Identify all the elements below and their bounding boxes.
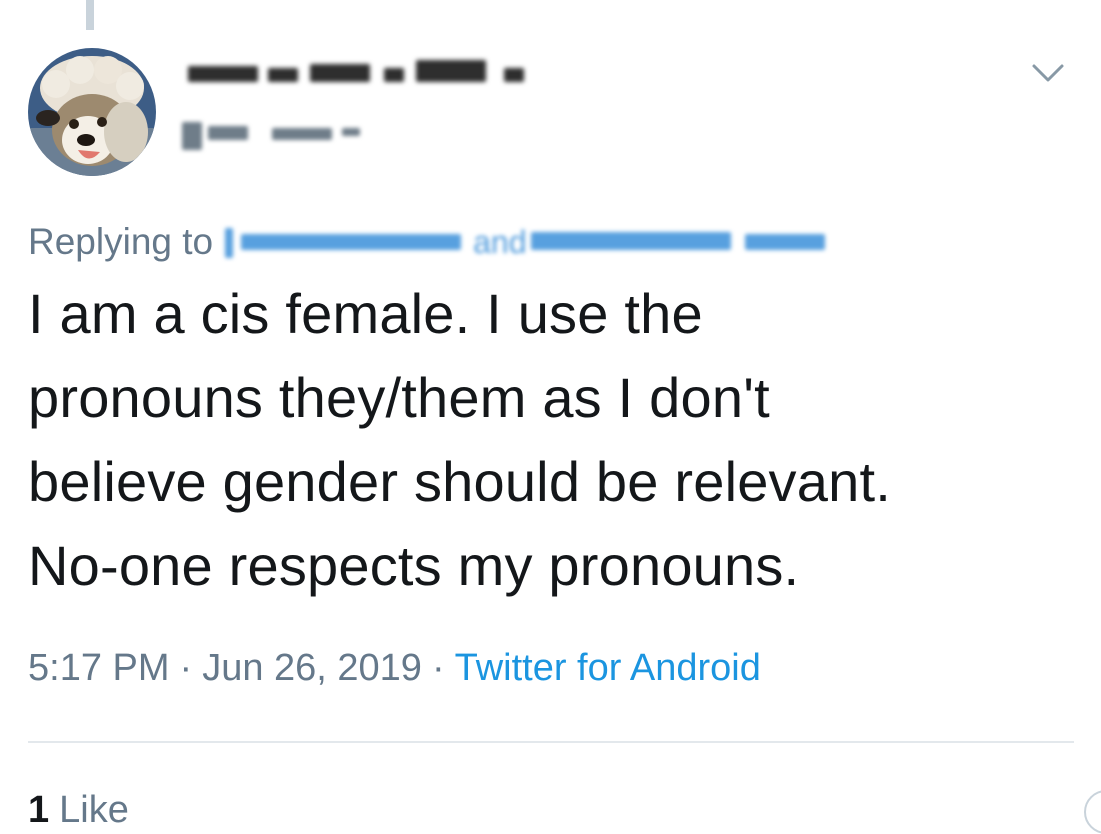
divider <box>28 741 1074 743</box>
tweet-time[interactable]: 5:17 PM <box>28 647 170 690</box>
partial-icon-edge <box>1084 790 1101 834</box>
author-handle-redacted <box>182 114 372 154</box>
chevron-down-icon[interactable] <box>1028 58 1068 88</box>
likes-count: 1 <box>28 788 50 831</box>
replying-to-line: Replying to and <box>28 218 865 266</box>
tweet-source-link[interactable]: Twitter for Android <box>455 647 761 690</box>
avatar[interactable] <box>28 48 156 176</box>
tweet-text: I am a cis female. I use the pronouns th… <box>28 282 891 597</box>
author-name-redacted <box>188 56 528 90</box>
meta-separator: · <box>179 646 193 689</box>
replying-to-mentions-redacted[interactable]: and <box>225 222 865 262</box>
likes-stat[interactable]: 1 Like <box>28 786 129 834</box>
meta-separator: · <box>431 646 445 689</box>
likes-label: Like <box>59 788 129 831</box>
tweet-date[interactable]: Jun 26, 2019 <box>202 647 422 690</box>
replying-to-label: Replying to <box>28 221 214 262</box>
avatar-dog-in-sheep-hat-icon <box>28 48 156 176</box>
thread-connector-line <box>86 0 94 30</box>
replying-to-connector: and <box>473 224 527 260</box>
tweet-metadata: 5:17 PM · Jun 26, 2019 · Twitter for And… <box>28 640 761 696</box>
